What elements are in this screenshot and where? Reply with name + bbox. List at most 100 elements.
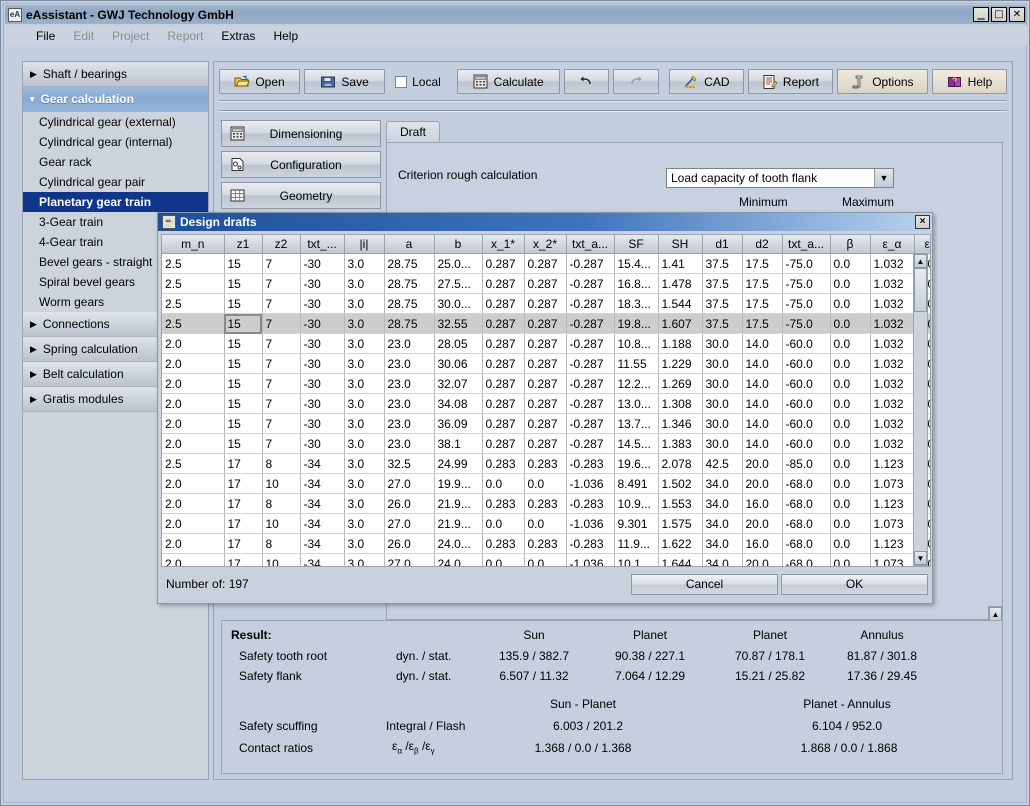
table-cell[interactable]: -75.0	[782, 254, 830, 274]
close-button[interactable]: ✕	[1009, 7, 1025, 22]
table-cell[interactable]: 1.644	[658, 554, 702, 568]
table-cell[interactable]: -0.287	[566, 294, 614, 314]
table-cell[interactable]: 27.0	[384, 554, 434, 568]
table-cell[interactable]: 3.0	[344, 374, 384, 394]
table-cell[interactable]: 0.283	[524, 494, 566, 514]
table-cell[interactable]: 3.0	[344, 314, 384, 334]
table-cell[interactable]: 0.0	[524, 554, 566, 568]
table-cell[interactable]: 2.0	[162, 534, 224, 554]
table-cell[interactable]: 2.0	[162, 394, 224, 414]
table-cell[interactable]: 3.0	[344, 434, 384, 454]
table-cell[interactable]: -0.287	[566, 434, 614, 454]
table-cell[interactable]: 15	[224, 354, 262, 374]
table-cell[interactable]: 23.0	[384, 354, 434, 374]
table-cell[interactable]: 7	[262, 434, 300, 454]
table-cell[interactable]: 0.0	[482, 474, 524, 494]
table-cell[interactable]: 2.0	[162, 494, 224, 514]
table-cell[interactable]: 21.9...	[434, 514, 482, 534]
table-cell[interactable]: 30.0	[702, 394, 742, 414]
table-cell[interactable]: 0.0	[830, 534, 870, 554]
table-cell[interactable]: 23.0	[384, 334, 434, 354]
criterion-select[interactable]: Load capacity of tooth flank ▼	[666, 168, 894, 188]
table-cell[interactable]: 34.0	[702, 554, 742, 568]
table-row[interactable]: 2.5157-303.028.7527.5...0.2870.287-0.287…	[162, 274, 931, 294]
table-cell[interactable]: -34	[300, 514, 344, 534]
table-cell[interactable]: 17	[224, 534, 262, 554]
table-cell[interactable]: 28.75	[384, 314, 434, 334]
table-cell[interactable]: -30	[300, 254, 344, 274]
table-row[interactable]: 2.01710-343.027.019.9...0.00.0-1.0368.49…	[162, 474, 931, 494]
table-cell[interactable]: 0.283	[524, 454, 566, 474]
table-cell[interactable]: 27.0	[384, 514, 434, 534]
table-cell[interactable]: 0.287	[482, 354, 524, 374]
table-cell[interactable]: 10.1...	[614, 554, 658, 568]
table-cell[interactable]: 10.9...	[614, 494, 658, 514]
table-cell[interactable]: 20.0	[742, 514, 782, 534]
table-cell[interactable]: 0.287	[524, 254, 566, 274]
column-header-m-n[interactable]: m_n	[162, 235, 224, 254]
table-cell[interactable]: 30.0	[702, 434, 742, 454]
table-cell[interactable]: 1.308	[658, 394, 702, 414]
table-cell[interactable]: 19.9...	[434, 474, 482, 494]
table-row[interactable]: 2.0157-303.023.028.050.2870.287-0.28710.…	[162, 334, 931, 354]
table-cell[interactable]: 8	[262, 534, 300, 554]
table-cell[interactable]: -0.287	[566, 354, 614, 374]
sidebar-item-cylindrical-gear-external[interactable]: Cylindrical gear (external)	[23, 112, 208, 132]
table-cell[interactable]: 28.05	[434, 334, 482, 354]
table-cell[interactable]: 1.032	[870, 294, 914, 314]
scroll-down-arrow-icon[interactable]: ▼	[914, 551, 927, 565]
table-row[interactable]: 2.0157-303.023.038.10.2870.287-0.28714.5…	[162, 434, 931, 454]
table-cell[interactable]: 1.502	[658, 474, 702, 494]
table-cell[interactable]: 34.0	[702, 534, 742, 554]
table-cell[interactable]: 1.346	[658, 414, 702, 434]
table-row[interactable]: 2.0157-303.023.030.060.2870.287-0.28711.…	[162, 354, 931, 374]
table-row[interactable]: 2.0157-303.023.036.090.2870.287-0.28713.…	[162, 414, 931, 434]
table-cell[interactable]: 28.75	[384, 274, 434, 294]
table-row[interactable]: 2.5157-303.028.7525.0...0.2870.287-0.287…	[162, 254, 931, 274]
table-cell[interactable]: 30.0	[702, 414, 742, 434]
table-cell[interactable]: 1.073	[870, 514, 914, 534]
table-cell[interactable]: -1.036	[566, 514, 614, 534]
table-cell[interactable]: 0.287	[524, 354, 566, 374]
table-cell[interactable]: 1.383	[658, 434, 702, 454]
table-cell[interactable]: 0.287	[482, 314, 524, 334]
table-cell[interactable]: 21.9...	[434, 494, 482, 514]
table-cell[interactable]: -60.0	[782, 434, 830, 454]
table-cell[interactable]: 1.544	[658, 294, 702, 314]
table-cell[interactable]: 17.5	[742, 314, 782, 334]
table-cell[interactable]: -34	[300, 474, 344, 494]
table-row[interactable]: 2.0178-343.026.021.9...0.2830.283-0.2831…	[162, 494, 931, 514]
table-cell[interactable]: -30	[300, 354, 344, 374]
maximize-button[interactable]: □	[991, 7, 1007, 22]
chevron-down-icon[interactable]: ▼	[874, 169, 893, 187]
scroll-thumb[interactable]	[914, 268, 927, 312]
table-cell[interactable]: 28.75	[384, 254, 434, 274]
dialog-close-button[interactable]: ×	[915, 215, 930, 229]
table-cell[interactable]: -1.036	[566, 554, 614, 568]
table-cell[interactable]: 10.8...	[614, 334, 658, 354]
table-cell[interactable]: -75.0	[782, 294, 830, 314]
table-row[interactable]: 2.5178-343.032.524.990.2830.283-0.28319.…	[162, 454, 931, 474]
table-cell[interactable]: 0.283	[482, 454, 524, 474]
table-cell[interactable]: 0.0	[482, 554, 524, 568]
table-cell[interactable]: 17	[224, 554, 262, 568]
table-cell[interactable]: 30.0	[702, 374, 742, 394]
table-row[interactable]: 2.0157-303.023.032.070.2870.287-0.28712.…	[162, 374, 931, 394]
table-cell[interactable]: 3.0	[344, 334, 384, 354]
table-cell[interactable]: 0.0	[830, 354, 870, 374]
table-cell[interactable]: -0.287	[566, 394, 614, 414]
table-row[interactable]: 2.5157-303.028.7530.0...0.2870.287-0.287…	[162, 294, 931, 314]
table-cell[interactable]: -60.0	[782, 394, 830, 414]
table-cell[interactable]: -34	[300, 554, 344, 568]
table-cell[interactable]: 17	[224, 454, 262, 474]
table-cell[interactable]: -0.287	[566, 254, 614, 274]
table-cell[interactable]: 30.06	[434, 354, 482, 374]
table-cell[interactable]: -30	[300, 434, 344, 454]
table-cell[interactable]: 0.287	[482, 374, 524, 394]
table-cell[interactable]: 1.032	[870, 334, 914, 354]
table-row[interactable]: 2.0157-303.023.034.080.2870.287-0.28713.…	[162, 394, 931, 414]
table-cell[interactable]: 3.0	[344, 254, 384, 274]
table-cell[interactable]: 3.0	[344, 354, 384, 374]
table-cell[interactable]: 1.073	[870, 474, 914, 494]
table-cell[interactable]: 7	[262, 294, 300, 314]
